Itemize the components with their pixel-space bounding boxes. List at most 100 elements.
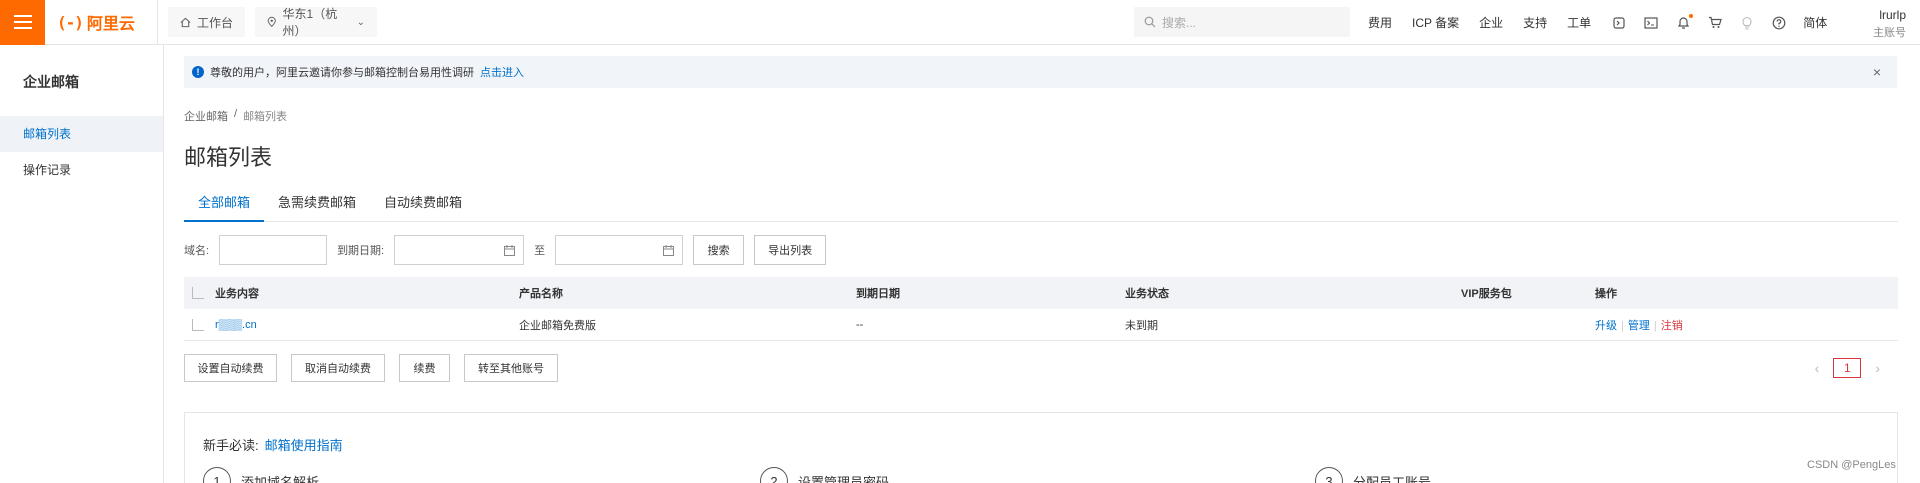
- step-label: 添加域名解析: [241, 474, 320, 483]
- search-input[interactable]: 搜索...: [1134, 7, 1350, 37]
- set-auto-renew-button[interactable]: 设置自动续费: [184, 354, 277, 382]
- lightbulb-icon[interactable]: [1739, 15, 1755, 31]
- column-header: 到期日期: [856, 288, 900, 300]
- column-header: VIP服务包: [1461, 288, 1512, 300]
- mailbox-table: 业务内容 产品名称 到期日期 业务状态 VIP服务包 操作 r▒▒▒.cn 企业…: [184, 277, 1898, 341]
- calendar-icon: [663, 244, 675, 256]
- end-date-picker[interactable]: [555, 235, 684, 265]
- expire-date-label: 到期日期:: [337, 245, 385, 257]
- tab-all-mailboxes[interactable]: 全部邮箱: [184, 188, 265, 222]
- column-header: 业务内容: [215, 288, 259, 300]
- language-switch[interactable]: 简体: [1803, 14, 1827, 31]
- guide-link[interactable]: 邮箱使用指南: [265, 438, 343, 453]
- step-number: 1: [203, 467, 231, 483]
- terminal-icon[interactable]: [1643, 15, 1659, 31]
- nav-link-support[interactable]: 支持: [1523, 14, 1547, 31]
- tab-bar: 全部邮箱 急需续费邮箱 自动续费邮箱: [184, 188, 1898, 222]
- sidebar-title: 企业邮箱: [23, 74, 79, 90]
- user-account[interactable]: lrurlp 主账号: [1846, 8, 1906, 40]
- breadcrumb-current: 邮箱列表: [243, 111, 288, 123]
- transfer-account-button[interactable]: 转至其他账号: [464, 354, 558, 382]
- step-label: 分配员工账号: [1353, 474, 1432, 483]
- user-role: 主账号: [1873, 27, 1906, 39]
- column-header: 业务状态: [1125, 288, 1169, 300]
- close-icon[interactable]: ×: [1873, 64, 1881, 80]
- user-name: lrurlp: [1879, 8, 1906, 22]
- filter-bar: 域名: 到期日期: 至 搜索 导出列表: [184, 235, 827, 265]
- page-number[interactable]: 1: [1833, 358, 1862, 378]
- cancel-service-link[interactable]: 注销: [1661, 320, 1683, 332]
- action-separator: |: [1621, 319, 1624, 332]
- business-status: 未到期: [1125, 319, 1158, 332]
- to-label: 至: [534, 245, 546, 257]
- manage-link[interactable]: 管理: [1628, 320, 1650, 332]
- prev-page-icon[interactable]: ‹: [1815, 360, 1820, 376]
- domain-input[interactable]: [219, 235, 328, 265]
- survey-notice: ! 尊敬的用户，阿里云邀请你参与邮箱控制台易用性调研 点击进入 ×: [184, 56, 1897, 88]
- bulk-actions: 设置自动续费 取消自动续费 续费 转至其他账号: [184, 354, 558, 382]
- guide-title: 新手必读: 邮箱使用指南: [203, 435, 343, 454]
- step-label: 设置管理员密码: [798, 474, 890, 483]
- next-page-icon[interactable]: ›: [1875, 360, 1880, 376]
- nav-link-icp[interactable]: ICP 备案: [1412, 14, 1459, 31]
- top-navbar: (-) 阿里云 工作台 华东1（杭州） ⌄ 搜索... 费用 ICP 备案 企业…: [0, 0, 1920, 45]
- step-number: 3: [1315, 467, 1343, 483]
- start-date-picker[interactable]: [394, 235, 525, 265]
- nav-link-billing[interactable]: 费用: [1368, 14, 1392, 31]
- sidebar-item-operation-log[interactable]: 操作记录: [0, 152, 163, 188]
- search-placeholder: 搜索...: [1162, 15, 1197, 30]
- select-all-checkbox[interactable]: [192, 287, 204, 299]
- table-header: 业务内容 产品名称 到期日期 业务状态 VIP服务包 操作: [184, 277, 1898, 309]
- sidebar: 企业邮箱 邮箱列表 操作记录: [0, 45, 164, 483]
- nav-link-ticket[interactable]: 工单: [1567, 14, 1591, 31]
- breadcrumb-separator: /: [234, 108, 238, 120]
- notice-message: 尊敬的用户，阿里云邀请你参与邮箱控制台易用性调研: [210, 67, 474, 79]
- notice-link[interactable]: 点击进入: [480, 64, 524, 80]
- chevron-down-icon: ⌄: [356, 16, 366, 28]
- pagination: ‹ 1 ›: [1815, 358, 1880, 378]
- column-header: 产品名称: [519, 288, 563, 300]
- guide-title-label: 新手必读:: [203, 438, 259, 453]
- bell-icon[interactable]: [1675, 13, 1694, 31]
- help-icon[interactable]: [1771, 15, 1787, 31]
- divider: [157, 0, 158, 45]
- search-icon: [1144, 16, 1156, 28]
- row-checkbox[interactable]: [192, 319, 204, 331]
- home-icon: [180, 17, 191, 27]
- table-row: r▒▒▒.cn 企业邮箱免费版 -- 未到期 升级 | 管理 | 注销: [184, 309, 1898, 341]
- export-list-button[interactable]: 导出列表: [754, 235, 827, 265]
- cart-icon[interactable]: [1707, 15, 1723, 31]
- expire-date: --: [856, 318, 864, 331]
- guide-step: 1 添加域名解析: [203, 467, 319, 483]
- tab-renewal-needed[interactable]: 急需续费邮箱: [264, 188, 370, 222]
- column-header: 操作: [1595, 288, 1617, 300]
- workbench-label: 工作台: [197, 15, 234, 30]
- domain-label: 域名:: [184, 245, 210, 257]
- hamburger-menu-icon[interactable]: [0, 0, 45, 45]
- guide-step: 2 设置管理员密码: [760, 467, 889, 483]
- top-links: 费用 ICP 备案 企业 支持 工单 简体: [1368, 0, 1847, 45]
- action-separator: |: [1653, 319, 1657, 332]
- cloud-shell-icon[interactable]: [1611, 15, 1627, 31]
- sidebar-item-mailbox-list[interactable]: 邮箱列表: [0, 116, 163, 152]
- breadcrumb-root[interactable]: 企业邮箱: [184, 108, 228, 124]
- search-button[interactable]: 搜索: [693, 235, 745, 265]
- renew-button[interactable]: 续费: [399, 354, 450, 382]
- step-number: 2: [760, 467, 788, 483]
- logo-mark: (-): [57, 12, 84, 32]
- calendar-icon: [504, 244, 516, 256]
- product-name: 企业邮箱免费版: [519, 319, 596, 332]
- upgrade-link[interactable]: 升级: [1595, 320, 1617, 332]
- info-icon: !: [192, 66, 204, 78]
- domain-link[interactable]: r▒▒▒.cn: [215, 319, 257, 331]
- watermark-text: CSDN @PengLes: [1807, 459, 1896, 471]
- aliyun-logo[interactable]: (-) 阿里云: [57, 10, 147, 34]
- nav-link-enterprise[interactable]: 企业: [1479, 14, 1503, 31]
- cancel-auto-renew-button[interactable]: 取消自动续费: [291, 354, 385, 382]
- region-label: 华东1（杭州）: [282, 7, 338, 38]
- region-selector[interactable]: 华东1（杭州） ⌄: [255, 7, 378, 38]
- tab-auto-renewal[interactable]: 自动续费邮箱: [370, 188, 476, 222]
- page-title: 邮箱列表: [184, 145, 273, 170]
- getting-started-panel: 新手必读: 邮箱使用指南 1 添加域名解析 2 设置管理员密码 3 分配员工账号: [184, 412, 1898, 483]
- workbench-button[interactable]: 工作台: [168, 7, 246, 37]
